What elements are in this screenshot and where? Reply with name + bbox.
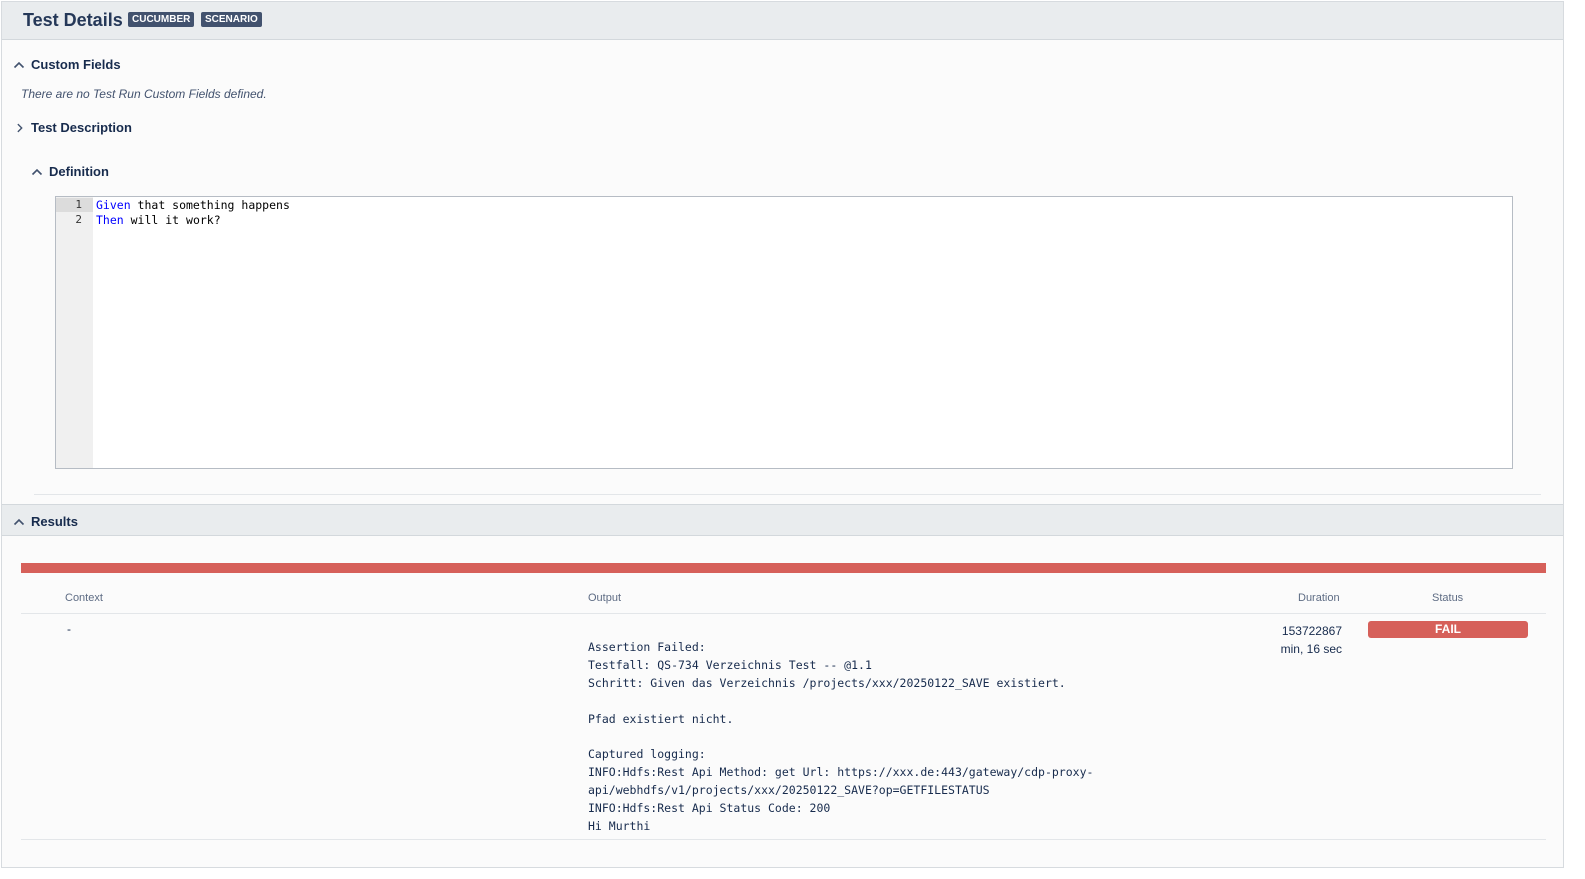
column-header-duration[interactable]: Duration (1298, 592, 1340, 604)
section-divider (34, 494, 1541, 495)
scenario-badge: SCENARIO (201, 12, 262, 27)
test-description-label: Test Description (31, 120, 132, 135)
definition-code-editor[interactable]: 1 2 Given that something happens Then wi… (55, 196, 1513, 469)
code-line: Then will it work? (96, 213, 221, 227)
column-header-context[interactable]: Context (65, 592, 103, 604)
custom-fields-empty-message: There are no Test Run Custom Fields defi… (21, 87, 267, 101)
test-details-header: Test Details CUCUMBER SCENARIO (2, 2, 1563, 40)
definition-label: Definition (49, 164, 109, 179)
gherkin-keyword: Then (96, 213, 124, 227)
line-number: 1 (75, 198, 82, 211)
fail-status-bar (21, 563, 1546, 573)
results-label: Results (31, 514, 78, 529)
custom-fields-toggle[interactable]: Custom Fields (12, 57, 121, 72)
code-text: will it work? (123, 213, 221, 227)
status-badge: FAIL (1368, 621, 1528, 638)
chevron-up-icon (31, 168, 43, 175)
chevron-up-icon (13, 518, 25, 525)
custom-fields-label: Custom Fields (31, 57, 121, 72)
page-title: Test Details (23, 10, 123, 30)
test-description-toggle[interactable]: Test Description (14, 120, 132, 135)
gherkin-keyword: Given (96, 198, 131, 212)
output-cell: Assertion Failed: Testfall: QS-734 Verze… (588, 640, 1094, 834)
chevron-right-icon (17, 123, 23, 132)
results-section-header: Results (2, 504, 1563, 536)
table-row-divider (21, 839, 1546, 840)
column-header-status[interactable]: Status (1432, 592, 1463, 604)
line-number: 2 (75, 213, 82, 226)
duration-value: 153722867 (1281, 624, 1342, 638)
code-line: Given that something happens (96, 198, 290, 212)
line-number-gutter: 1 2 (56, 197, 93, 468)
chevron-up-icon (13, 61, 25, 68)
duration-unit: min, 16 sec (1280, 642, 1342, 656)
code-text: that something happens (130, 198, 290, 212)
column-header-output[interactable]: Output (588, 592, 621, 604)
duration-cell: 153722867 min, 16 sec (1232, 622, 1342, 658)
table-row-divider (21, 613, 1546, 614)
context-cell: - (67, 622, 71, 636)
definition-toggle[interactable]: Definition (30, 164, 109, 179)
test-details-panel: Test Details CUCUMBER SCENARIO Custom Fi… (1, 1, 1564, 868)
results-toggle[interactable]: Results (12, 514, 78, 529)
cucumber-badge: CUCUMBER (128, 12, 195, 27)
